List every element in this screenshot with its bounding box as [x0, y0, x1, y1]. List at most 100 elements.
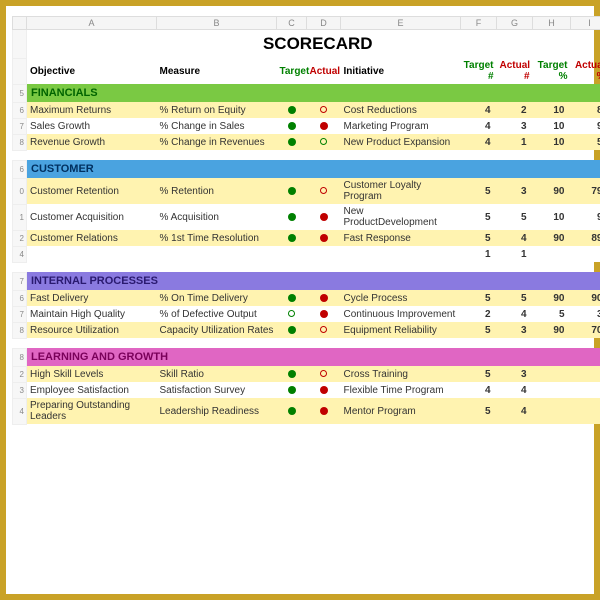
- row-number[interactable]: 8: [13, 348, 27, 366]
- cell-target-num[interactable]: 5: [461, 366, 497, 382]
- cell-target-status[interactable]: [277, 118, 307, 134]
- column-header[interactable]: B: [157, 17, 277, 30]
- cell-target-pct[interactable]: 90: [533, 230, 571, 246]
- cell-measure[interactable]: Capacity Utilization Rates: [157, 322, 277, 338]
- cell-target-num[interactable]: 5: [461, 322, 497, 338]
- cell-actual-status[interactable]: [307, 382, 341, 398]
- row-number[interactable]: 0: [13, 178, 27, 204]
- table-row[interactable]: 2Customer Relations% 1st Time Resolution…: [13, 230, 600, 246]
- row-number[interactable]: 7: [13, 118, 27, 134]
- cell-target-pct[interactable]: 5: [533, 306, 571, 322]
- cell-actual-num[interactable]: 5: [497, 290, 533, 306]
- cell-actual-pct[interactable]: 90: [571, 290, 600, 306]
- cell-actual-status[interactable]: [307, 178, 341, 204]
- cell-measure[interactable]: % On Time Delivery: [157, 290, 277, 306]
- cell-target-num[interactable]: 5: [461, 178, 497, 204]
- cell-actual-pct[interactable]: 9: [571, 204, 600, 230]
- cell-objective[interactable]: Customer Relations: [27, 230, 157, 246]
- cell-actual-pct[interactable]: 9: [571, 118, 600, 134]
- table-row[interactable]: 8Resource UtilizationCapacity Utilizatio…: [13, 322, 600, 338]
- cell-measure[interactable]: % Retention: [157, 178, 277, 204]
- cell-target-num[interactable]: 4: [461, 382, 497, 398]
- cell-actual-pct[interactable]: 8: [571, 102, 600, 118]
- cell-target-num[interactable]: 5: [461, 290, 497, 306]
- row-number[interactable]: 4: [13, 246, 27, 262]
- cell-target-status[interactable]: [277, 290, 307, 306]
- cell-actual-num[interactable]: 2: [497, 102, 533, 118]
- cell-actual-pct[interactable]: 70: [571, 322, 600, 338]
- cell-target-num[interactable]: 2: [461, 306, 497, 322]
- cell-actual-pct[interactable]: [571, 398, 600, 424]
- table-row[interactable]: 2High Skill LevelsSkill RatioCross Train…: [13, 366, 600, 382]
- column-header[interactable]: I: [571, 17, 600, 30]
- cell-actual-num[interactable]: 4: [497, 398, 533, 424]
- cell-initiative[interactable]: Fast Response: [341, 230, 461, 246]
- cell-target-status[interactable]: [277, 398, 307, 424]
- column-header[interactable]: H: [533, 17, 571, 30]
- cell-initiative[interactable]: New ProductDevelopment: [341, 204, 461, 230]
- cell-target-status[interactable]: [277, 134, 307, 150]
- cell-objective[interactable]: Resource Utilization: [27, 322, 157, 338]
- cell-target-status[interactable]: [277, 366, 307, 382]
- table-row[interactable]: 7Sales Growth% Change in SalesMarketing …: [13, 118, 600, 134]
- cell-measure[interactable]: % Acquisition: [157, 204, 277, 230]
- cell-target-pct[interactable]: 10: [533, 134, 571, 150]
- table-row[interactable]: 1Customer Acquisition% AcquisitionNew Pr…: [13, 204, 600, 230]
- table-row[interactable]: 3Employee SatisfactionSatisfaction Surve…: [13, 382, 600, 398]
- column-header[interactable]: G: [497, 17, 533, 30]
- cell-initiative[interactable]: New Product Expansion: [341, 134, 461, 150]
- cell-actual-pct[interactable]: [571, 382, 600, 398]
- cell-target-pct[interactable]: 90: [533, 178, 571, 204]
- cell-measure[interactable]: Satisfaction Survey: [157, 382, 277, 398]
- cell-target-pct[interactable]: 90: [533, 322, 571, 338]
- cell-actual-status[interactable]: [307, 322, 341, 338]
- row-number[interactable]: 5: [13, 84, 27, 102]
- cell-objective[interactable]: Revenue Growth: [27, 134, 157, 150]
- cell-objective[interactable]: Customer Retention: [27, 178, 157, 204]
- cell-target-num[interactable]: 4: [461, 118, 497, 134]
- cell-target-pct[interactable]: 10: [533, 204, 571, 230]
- cell-target-num[interactable]: 5: [461, 204, 497, 230]
- cell-objective[interactable]: Maximum Returns: [27, 102, 157, 118]
- row-number[interactable]: 7: [13, 306, 27, 322]
- table-row[interactable]: 4Preparing Outstanding LeadersLeadership…: [13, 398, 600, 424]
- cell-target-pct[interactable]: 10: [533, 102, 571, 118]
- cell-actual-num[interactable]: 3: [497, 322, 533, 338]
- cell-target-pct[interactable]: [533, 382, 571, 398]
- table-row[interactable]: 6Fast Delivery% On Time DeliveryCycle Pr…: [13, 290, 600, 306]
- cell-actual-pct[interactable]: 5: [571, 134, 600, 150]
- cell-target-num[interactable]: 5: [461, 230, 497, 246]
- cell-actual-status[interactable]: [307, 366, 341, 382]
- cell-measure[interactable]: Leadership Readiness: [157, 398, 277, 424]
- cell-actual-num[interactable]: 3: [497, 178, 533, 204]
- cell-objective[interactable]: Maintain High Quality: [27, 306, 157, 322]
- row-number[interactable]: 7: [13, 272, 27, 290]
- row-number[interactable]: 8: [13, 134, 27, 150]
- row-number[interactable]: 2: [13, 366, 27, 382]
- table-row[interactable]: 6Maximum Returns% Return on EquityCost R…: [13, 102, 600, 118]
- cell-actual-status[interactable]: [307, 134, 341, 150]
- row-number[interactable]: 4: [13, 398, 27, 424]
- row-number[interactable]: 6: [13, 290, 27, 306]
- cell-target-status[interactable]: [277, 230, 307, 246]
- column-header[interactable]: A: [27, 17, 157, 30]
- row-number[interactable]: 6: [13, 160, 27, 178]
- cell-target-num[interactable]: 5: [461, 398, 497, 424]
- table-row[interactable]: 7Maintain High Quality% of Defective Out…: [13, 306, 600, 322]
- cell-measure[interactable]: % of Defective Output: [157, 306, 277, 322]
- cell-measure[interactable]: % Return on Equity: [157, 102, 277, 118]
- cell-actual-num[interactable]: 4: [497, 230, 533, 246]
- cell-objective[interactable]: Preparing Outstanding Leaders: [27, 398, 157, 424]
- cell-actual-pct[interactable]: 3: [571, 306, 600, 322]
- cell-actual-status[interactable]: [307, 290, 341, 306]
- cell-objective[interactable]: High Skill Levels: [27, 366, 157, 382]
- cell-actual-pct[interactable]: 89: [571, 230, 600, 246]
- cell-actual-status[interactable]: [307, 102, 341, 118]
- cell-measure[interactable]: Skill Ratio: [157, 366, 277, 382]
- column-header[interactable]: D: [307, 17, 341, 30]
- cell-target-num[interactable]: 4: [461, 102, 497, 118]
- column-header[interactable]: C: [277, 17, 307, 30]
- cell-target-status[interactable]: [277, 178, 307, 204]
- cell-target-pct[interactable]: 90: [533, 290, 571, 306]
- cell-initiative[interactable]: Flexible Time Program: [341, 382, 461, 398]
